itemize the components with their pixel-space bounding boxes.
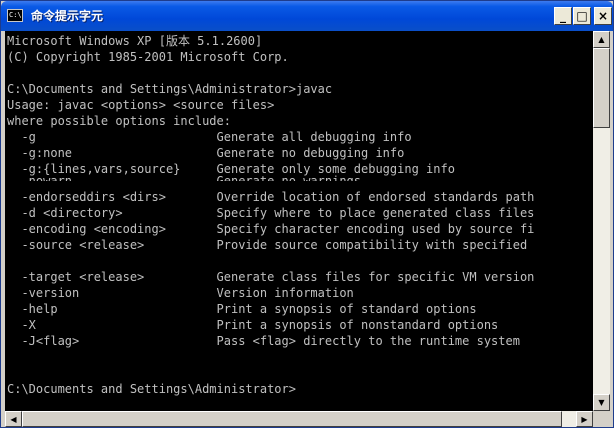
console-line: Usage: javac <options> <source files> [7,98,275,112]
title-bar[interactable]: C:\ 命令提示字元 _ □ × [1,1,613,31]
command-prompt-line: C:\Documents and Settings\Administrator> [7,382,296,396]
console-line: -encoding <encoding> Specify character e… [7,222,535,236]
console-line: -target <release> Generate class files f… [7,270,535,284]
console-line: -X Print a synopsis of nonstandard optio… [7,318,499,332]
scroll-down-button[interactable]: ▼ [593,394,610,411]
maximize-button[interactable]: □ [573,7,591,25]
console-line: Microsoft Windows XP [版本 5.1.2600] [7,34,263,48]
console-line: -version Version information [7,286,354,300]
resize-grip[interactable] [593,411,610,427]
close-button[interactable]: × [594,7,612,25]
scroll-up-button[interactable]: ▲ [593,31,610,48]
console-line: (C) Copyright 1985-2001 Microsoft Corp. [7,50,289,64]
minimize-button[interactable]: _ [554,7,572,25]
console-line: -g Generate all debugging info [7,130,412,144]
console-line: -help Print a synopsis of standard optio… [7,302,477,316]
cmd-icon[interactable]: C:\ [7,9,23,22]
console-line: -endorseddirs <dirs> Override location o… [7,190,535,204]
console-line: where possible options include: [7,114,231,128]
console-line: -source <release> Provide source compati… [7,238,528,252]
console-line: -g:none Generate no debugging info [7,146,405,160]
console-line: -d <directory> Specify where to place ge… [7,206,535,220]
horizontal-scroll-thumb[interactable] [22,411,562,427]
command-prompt-window: C:\ 命令提示字元 _ □ × Microsoft Windows XP [版… [0,0,614,428]
vertical-scroll-thumb[interactable] [593,48,610,128]
vertical-scrollbar[interactable]: ▲ ▼ [593,31,610,411]
scroll-right-button[interactable]: ▶ [576,411,593,427]
console-line: -nowarn Generate no warnings [7,174,362,181]
window-title: 命令提示字元 [31,9,104,23]
console-line: -J<flag> Pass <flag> directly to the run… [7,334,520,348]
scroll-left-button[interactable]: ◀ [5,411,22,427]
console-line: C:\Documents and Settings\Administrator>… [7,82,333,96]
console-output[interactable]: Microsoft Windows XP [版本 5.1.2600] (C) C… [5,31,593,411]
horizontal-scrollbar[interactable]: ◀ ▶ [5,411,593,427]
